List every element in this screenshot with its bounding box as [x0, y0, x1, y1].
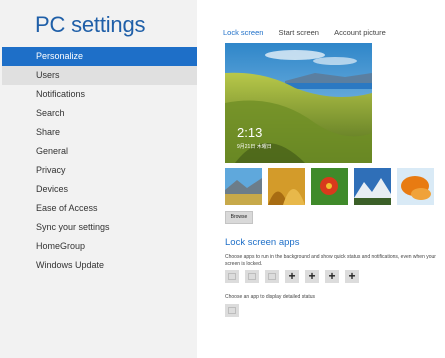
app-slot-mail[interactable]	[245, 270, 259, 283]
sidebar-item-homegroup[interactable]: HomeGroup	[2, 237, 197, 256]
add-icon: +	[308, 269, 316, 283]
personalize-tabs: Lock screen Start screen Account picture	[223, 28, 399, 37]
sidebar-item-devices[interactable]: Devices	[2, 180, 197, 199]
tab-account-picture[interactable]: Account picture	[334, 28, 386, 37]
app-slot-add-2[interactable]: +	[305, 270, 319, 283]
add-icon: +	[328, 269, 336, 283]
lock-screen-apps-description: Choose apps to run in the background and…	[225, 254, 436, 267]
wallpaper-thumb-golden-grass[interactable]	[268, 168, 305, 205]
sidebar-item-users[interactable]: Users	[2, 66, 197, 85]
app-slot-message[interactable]	[225, 270, 239, 283]
lock-screen-apps-heading: Lock screen apps	[225, 237, 300, 248]
wallpaper-thumb-red-flower[interactable]	[311, 168, 348, 205]
add-icon: +	[348, 269, 356, 283]
sidebar-item-general[interactable]: General	[2, 142, 197, 161]
lock-clock: 2:13	[237, 125, 263, 140]
sidebar-item-sync-settings[interactable]: Sync your settings	[2, 218, 197, 237]
app-slot-add-1[interactable]: +	[285, 270, 299, 283]
sidebar-item-ease-of-access[interactable]: Ease of Access	[2, 199, 197, 218]
detailed-status-slot[interactable]	[225, 304, 239, 317]
mail-icon	[248, 273, 256, 280]
sidebar-item-share[interactable]: Share	[2, 123, 197, 142]
app-slot-calendar[interactable]	[265, 270, 279, 283]
personalize-panel: Lock screen Start screen Account picture	[223, 0, 445, 358]
lock-screen-preview: 2:13 9月21日 木曜日	[225, 43, 372, 163]
browse-button[interactable]: Browse	[225, 211, 253, 224]
sidebar-item-privacy[interactable]: Privacy	[2, 161, 197, 180]
tab-start-screen[interactable]: Start screen	[279, 28, 319, 37]
app-slot-add-3[interactable]: +	[325, 270, 339, 283]
calendar-icon	[268, 273, 276, 280]
page-title: PC settings	[35, 12, 146, 37]
sidebar-item-windows-update[interactable]: Windows Update	[2, 256, 197, 275]
calendar-icon	[228, 307, 236, 314]
wallpaper-thumb-mountain-lake[interactable]	[225, 168, 262, 205]
add-icon: +	[288, 269, 296, 283]
tab-lock-screen[interactable]: Lock screen	[223, 28, 263, 37]
wallpaper-thumb-mountain-peaks[interactable]	[354, 168, 391, 205]
wallpaper-thumb-orange-leaf[interactable]	[397, 168, 434, 205]
detailed-status-description: Choose an app to display detailed status	[225, 294, 316, 300]
settings-nav: Personalize Users Notifications Search S…	[2, 47, 197, 275]
sidebar-item-personalize[interactable]: Personalize	[2, 47, 197, 66]
message-icon	[228, 273, 236, 280]
settings-sidebar: PC settings Personalize Users Notificati…	[0, 0, 197, 358]
sidebar-item-notifications[interactable]: Notifications	[2, 85, 197, 104]
app-slot-add-4[interactable]: +	[345, 270, 359, 283]
sidebar-item-search[interactable]: Search	[2, 104, 197, 123]
lock-date: 9月21日 木曜日	[237, 144, 272, 150]
